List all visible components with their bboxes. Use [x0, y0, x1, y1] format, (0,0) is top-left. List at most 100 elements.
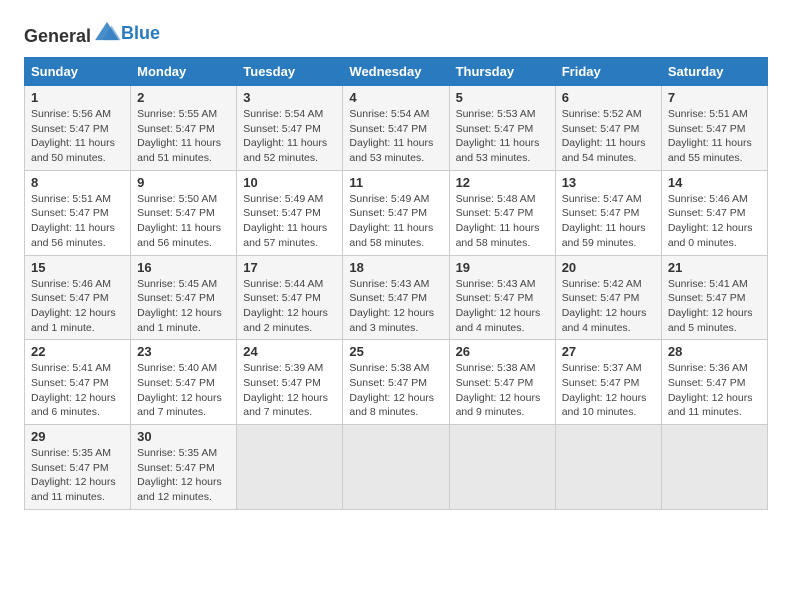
day-info: Sunrise: 5:45 AMSunset: 5:47 PMDaylight:…: [137, 278, 222, 334]
logo-icon: [93, 20, 121, 42]
day-number: 12: [456, 175, 549, 190]
day-header-saturday: Saturday: [661, 58, 767, 86]
day-number: 4: [349, 90, 442, 105]
day-header-wednesday: Wednesday: [343, 58, 449, 86]
calendar-cell: 10 Sunrise: 5:49 AMSunset: 5:47 PMDaylig…: [237, 170, 343, 255]
day-number: 28: [668, 344, 761, 359]
calendar-cell: [449, 425, 555, 510]
day-number: 20: [562, 260, 655, 275]
calendar-week-4: 22 Sunrise: 5:41 AMSunset: 5:47 PMDaylig…: [25, 340, 768, 425]
calendar-table: SundayMondayTuesdayWednesdayThursdayFrid…: [24, 57, 768, 510]
day-number: 23: [137, 344, 230, 359]
logo: General Blue: [24, 20, 160, 47]
day-header-monday: Monday: [131, 58, 237, 86]
day-info: Sunrise: 5:43 AMSunset: 5:47 PMDaylight:…: [456, 278, 541, 334]
day-info: Sunrise: 5:47 AMSunset: 5:47 PMDaylight:…: [562, 193, 646, 249]
day-info: Sunrise: 5:46 AMSunset: 5:47 PMDaylight:…: [668, 193, 753, 249]
day-info: Sunrise: 5:55 AMSunset: 5:47 PMDaylight:…: [137, 108, 221, 164]
calendar-cell: 28 Sunrise: 5:36 AMSunset: 5:47 PMDaylig…: [661, 340, 767, 425]
calendar-cell: 4 Sunrise: 5:54 AMSunset: 5:47 PMDayligh…: [343, 86, 449, 171]
calendar-cell: 29 Sunrise: 5:35 AMSunset: 5:47 PMDaylig…: [25, 425, 131, 510]
calendar-cell: 16 Sunrise: 5:45 AMSunset: 5:47 PMDaylig…: [131, 255, 237, 340]
day-info: Sunrise: 5:41 AMSunset: 5:47 PMDaylight:…: [31, 362, 116, 418]
calendar-week-3: 15 Sunrise: 5:46 AMSunset: 5:47 PMDaylig…: [25, 255, 768, 340]
day-header-tuesday: Tuesday: [237, 58, 343, 86]
day-number: 26: [456, 344, 549, 359]
day-number: 5: [456, 90, 549, 105]
header-row: SundayMondayTuesdayWednesdayThursdayFrid…: [25, 58, 768, 86]
calendar-cell: 25 Sunrise: 5:38 AMSunset: 5:47 PMDaylig…: [343, 340, 449, 425]
day-info: Sunrise: 5:50 AMSunset: 5:47 PMDaylight:…: [137, 193, 221, 249]
calendar-cell: 27 Sunrise: 5:37 AMSunset: 5:47 PMDaylig…: [555, 340, 661, 425]
day-number: 9: [137, 175, 230, 190]
day-info: Sunrise: 5:40 AMSunset: 5:47 PMDaylight:…: [137, 362, 222, 418]
day-info: Sunrise: 5:52 AMSunset: 5:47 PMDaylight:…: [562, 108, 646, 164]
day-number: 15: [31, 260, 124, 275]
day-info: Sunrise: 5:49 AMSunset: 5:47 PMDaylight:…: [243, 193, 327, 249]
calendar-week-2: 8 Sunrise: 5:51 AMSunset: 5:47 PMDayligh…: [25, 170, 768, 255]
day-number: 22: [31, 344, 124, 359]
calendar-cell: 19 Sunrise: 5:43 AMSunset: 5:47 PMDaylig…: [449, 255, 555, 340]
day-header-sunday: Sunday: [25, 58, 131, 86]
day-number: 14: [668, 175, 761, 190]
calendar-cell: 6 Sunrise: 5:52 AMSunset: 5:47 PMDayligh…: [555, 86, 661, 171]
day-info: Sunrise: 5:54 AMSunset: 5:47 PMDaylight:…: [243, 108, 327, 164]
day-number: 21: [668, 260, 761, 275]
page-header: General Blue: [24, 20, 768, 47]
calendar-cell: 12 Sunrise: 5:48 AMSunset: 5:47 PMDaylig…: [449, 170, 555, 255]
day-info: Sunrise: 5:49 AMSunset: 5:47 PMDaylight:…: [349, 193, 433, 249]
day-info: Sunrise: 5:43 AMSunset: 5:47 PMDaylight:…: [349, 278, 434, 334]
day-number: 19: [456, 260, 549, 275]
day-number: 29: [31, 429, 124, 444]
day-info: Sunrise: 5:37 AMSunset: 5:47 PMDaylight:…: [562, 362, 647, 418]
calendar-cell: [237, 425, 343, 510]
day-header-thursday: Thursday: [449, 58, 555, 86]
calendar-cell: 18 Sunrise: 5:43 AMSunset: 5:47 PMDaylig…: [343, 255, 449, 340]
day-number: 8: [31, 175, 124, 190]
calendar-cell: 15 Sunrise: 5:46 AMSunset: 5:47 PMDaylig…: [25, 255, 131, 340]
day-header-friday: Friday: [555, 58, 661, 86]
calendar-cell: 8 Sunrise: 5:51 AMSunset: 5:47 PMDayligh…: [25, 170, 131, 255]
calendar-cell: 30 Sunrise: 5:35 AMSunset: 5:47 PMDaylig…: [131, 425, 237, 510]
calendar-cell: 7 Sunrise: 5:51 AMSunset: 5:47 PMDayligh…: [661, 86, 767, 171]
day-info: Sunrise: 5:36 AMSunset: 5:47 PMDaylight:…: [668, 362, 753, 418]
logo-blue-text: Blue: [121, 23, 160, 44]
day-info: Sunrise: 5:35 AMSunset: 5:47 PMDaylight:…: [31, 447, 116, 503]
calendar-week-1: 1 Sunrise: 5:56 AMSunset: 5:47 PMDayligh…: [25, 86, 768, 171]
calendar-cell: [661, 425, 767, 510]
day-info: Sunrise: 5:54 AMSunset: 5:47 PMDaylight:…: [349, 108, 433, 164]
day-number: 24: [243, 344, 336, 359]
calendar-cell: [343, 425, 449, 510]
day-number: 3: [243, 90, 336, 105]
day-number: 30: [137, 429, 230, 444]
day-info: Sunrise: 5:44 AMSunset: 5:47 PMDaylight:…: [243, 278, 328, 334]
calendar-cell: 21 Sunrise: 5:41 AMSunset: 5:47 PMDaylig…: [661, 255, 767, 340]
day-number: 25: [349, 344, 442, 359]
day-number: 10: [243, 175, 336, 190]
day-number: 7: [668, 90, 761, 105]
day-number: 2: [137, 90, 230, 105]
calendar-cell: 20 Sunrise: 5:42 AMSunset: 5:47 PMDaylig…: [555, 255, 661, 340]
calendar-cell: 1 Sunrise: 5:56 AMSunset: 5:47 PMDayligh…: [25, 86, 131, 171]
calendar-cell: 17 Sunrise: 5:44 AMSunset: 5:47 PMDaylig…: [237, 255, 343, 340]
calendar-cell: 11 Sunrise: 5:49 AMSunset: 5:47 PMDaylig…: [343, 170, 449, 255]
day-info: Sunrise: 5:39 AMSunset: 5:47 PMDaylight:…: [243, 362, 328, 418]
day-info: Sunrise: 5:41 AMSunset: 5:47 PMDaylight:…: [668, 278, 753, 334]
day-info: Sunrise: 5:38 AMSunset: 5:47 PMDaylight:…: [349, 362, 434, 418]
day-info: Sunrise: 5:46 AMSunset: 5:47 PMDaylight:…: [31, 278, 116, 334]
day-info: Sunrise: 5:38 AMSunset: 5:47 PMDaylight:…: [456, 362, 541, 418]
calendar-cell: 5 Sunrise: 5:53 AMSunset: 5:47 PMDayligh…: [449, 86, 555, 171]
day-number: 27: [562, 344, 655, 359]
day-info: Sunrise: 5:51 AMSunset: 5:47 PMDaylight:…: [31, 193, 115, 249]
calendar-cell: 14 Sunrise: 5:46 AMSunset: 5:47 PMDaylig…: [661, 170, 767, 255]
day-number: 18: [349, 260, 442, 275]
calendar-cell: 9 Sunrise: 5:50 AMSunset: 5:47 PMDayligh…: [131, 170, 237, 255]
day-info: Sunrise: 5:48 AMSunset: 5:47 PMDaylight:…: [456, 193, 540, 249]
day-info: Sunrise: 5:35 AMSunset: 5:47 PMDaylight:…: [137, 447, 222, 503]
day-number: 13: [562, 175, 655, 190]
calendar-cell: 24 Sunrise: 5:39 AMSunset: 5:47 PMDaylig…: [237, 340, 343, 425]
day-info: Sunrise: 5:51 AMSunset: 5:47 PMDaylight:…: [668, 108, 752, 164]
calendar-cell: 3 Sunrise: 5:54 AMSunset: 5:47 PMDayligh…: [237, 86, 343, 171]
day-number: 1: [31, 90, 124, 105]
day-number: 6: [562, 90, 655, 105]
